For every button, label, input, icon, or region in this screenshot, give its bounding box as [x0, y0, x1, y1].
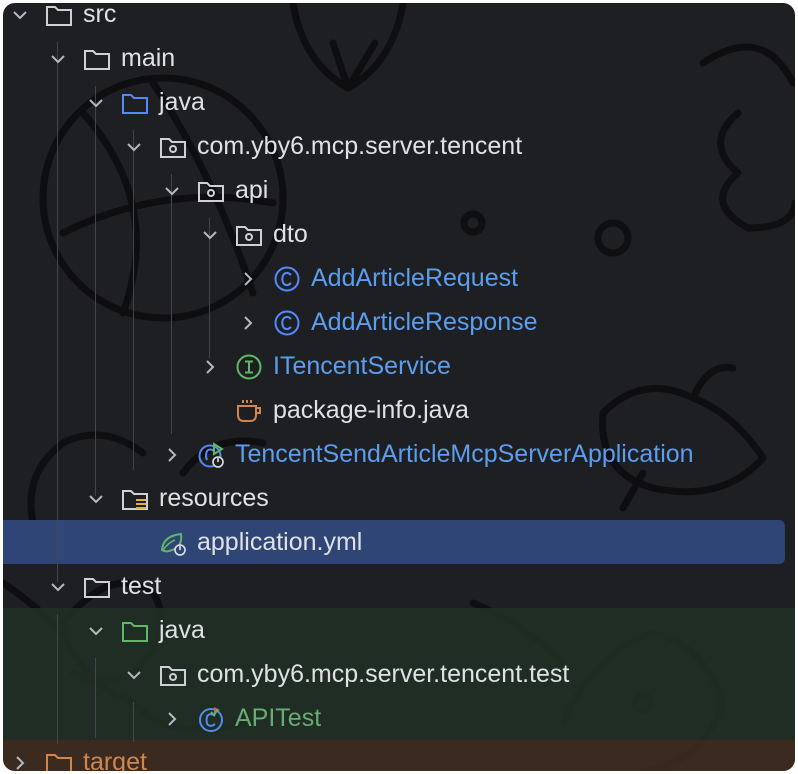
tree-row-itencent-service[interactable]: ITencentService [3, 345, 795, 389]
tree-label: api [235, 176, 269, 204]
chevron-down-icon[interactable] [162, 181, 182, 201]
tree-label: java [159, 616, 205, 644]
package-icon [160, 666, 186, 686]
chevron-down-icon[interactable] [124, 137, 144, 157]
spring-config-icon [160, 532, 186, 556]
tree-row-package-test[interactable]: com.yby6.mcp.server.tencent.test [3, 653, 795, 697]
tree-label: main [121, 44, 176, 72]
tree-row-add-article-request[interactable]: AddArticleRequest [3, 257, 795, 301]
chevron-right-icon[interactable] [162, 445, 182, 465]
tree-row-add-article-response[interactable]: AddArticleResponse [3, 301, 795, 345]
tree-row-apitest[interactable]: APITest [3, 697, 795, 741]
tree-row-api[interactable]: api [3, 169, 795, 213]
class-icon [274, 266, 300, 292]
tree-label: TencentSendArticleMcpServerApplication [235, 440, 694, 468]
tree-row-java-test[interactable]: java [3, 609, 795, 653]
folder-icon [84, 578, 110, 598]
folder-icon [84, 50, 110, 70]
chevron-down-icon[interactable] [124, 665, 144, 685]
folder-icon [46, 6, 72, 26]
tree-row-application-yml[interactable]: application.yml [3, 521, 795, 565]
chevron-down-icon[interactable] [86, 93, 106, 113]
tree-label: AddArticleRequest [311, 264, 519, 292]
tree-row-resources[interactable]: resources [3, 477, 795, 521]
package-icon [160, 138, 186, 158]
tree-label: application.yml [197, 528, 363, 556]
class-icon [274, 310, 300, 336]
tree-label: AddArticleResponse [311, 308, 538, 336]
tree-label: APITest [235, 704, 322, 732]
tree-row-application-class[interactable]: TencentSendArticleMcpServerApplication [3, 433, 795, 477]
chevron-down-icon[interactable] [48, 577, 68, 597]
tree-row-package-info[interactable]: package-info.java [3, 389, 795, 433]
chevron-right-icon[interactable] [200, 357, 220, 377]
chevron-right-icon[interactable] [238, 269, 258, 289]
spring-boot-class-icon [198, 442, 224, 468]
tree-row-java-source[interactable]: java [3, 81, 795, 125]
source-root-folder-icon [122, 94, 148, 114]
excluded-folder-icon [46, 754, 72, 771]
tree-row-package-tencent[interactable]: com.yby6.mcp.server.tencent [3, 125, 795, 169]
chevron-right-icon[interactable] [162, 709, 182, 729]
interface-icon [236, 354, 262, 380]
test-class-icon [199, 707, 223, 732]
tree-label: resources [159, 484, 269, 512]
test-root-folder-icon [122, 622, 148, 642]
tree-label: dto [273, 220, 308, 248]
tree-row-dto[interactable]: dto [3, 213, 795, 257]
package-icon [236, 226, 262, 246]
tree-label: com.yby6.mcp.server.tencent.test [197, 660, 570, 688]
tree-row-main[interactable]: main [3, 37, 795, 81]
tree-label: package-info.java [273, 396, 469, 424]
chevron-down-icon[interactable] [200, 225, 220, 245]
tree-label: com.yby6.mcp.server.tencent [197, 132, 523, 160]
tree-label: test [121, 572, 162, 600]
tree-label: target [83, 748, 147, 771]
chevron-down-icon[interactable] [86, 489, 106, 509]
tree-row-target[interactable]: target [3, 741, 795, 771]
tree-row-test[interactable]: test [3, 565, 795, 609]
tree-label: src [83, 3, 117, 28]
java-file-icon [237, 400, 261, 422]
tree-row-src[interactable]: src [3, 3, 795, 37]
project-tree-panel: src main java com.yby6.mcp.server.tencen… [3, 3, 795, 771]
tree-label: ITencentService [273, 352, 451, 380]
resources-folder-icon [122, 490, 148, 510]
chevron-right-icon[interactable] [10, 753, 30, 771]
chevron-down-icon[interactable] [86, 621, 106, 641]
chevron-right-icon[interactable] [238, 313, 258, 333]
chevron-down-icon[interactable] [48, 49, 68, 69]
chevron-down-icon[interactable] [10, 5, 30, 25]
package-icon [198, 182, 224, 202]
tree-label: java [159, 88, 205, 116]
